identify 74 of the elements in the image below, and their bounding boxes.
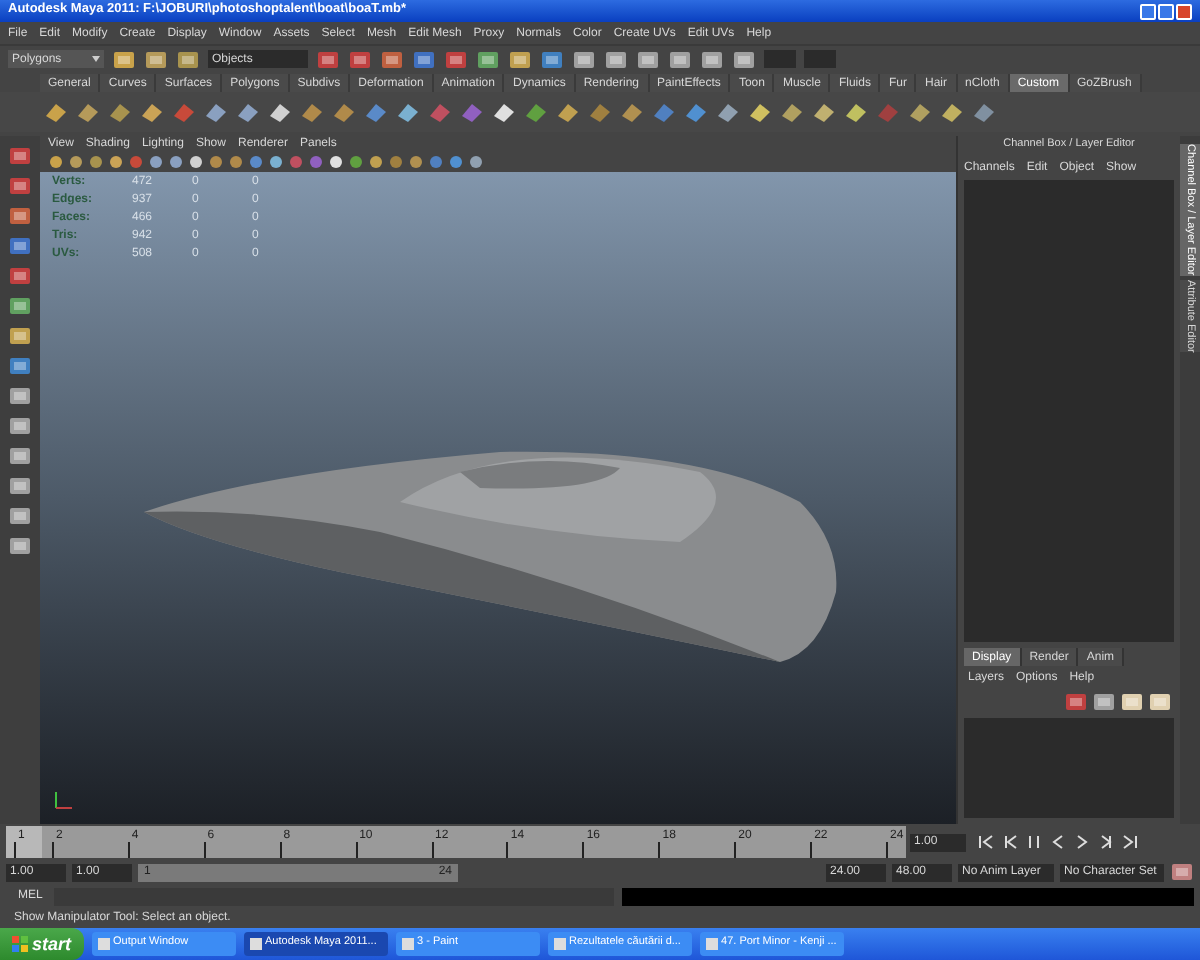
preferences-icon[interactable] xyxy=(1170,860,1194,884)
start-button[interactable]: start xyxy=(0,928,84,960)
layer-tool-icon[interactable] xyxy=(1120,690,1144,714)
tool-icon[interactable] xyxy=(348,47,372,71)
shelf-tool-icon[interactable] xyxy=(940,100,964,124)
layer-tool-icon[interactable] xyxy=(1092,690,1116,714)
tool-icon[interactable] xyxy=(412,47,436,71)
toolbox-icon[interactable] xyxy=(8,414,32,438)
toolbox-icon[interactable] xyxy=(8,174,32,198)
toolbox-icon[interactable] xyxy=(8,474,32,498)
shelf-tool-icon[interactable] xyxy=(844,100,868,124)
app-icon xyxy=(553,938,566,950)
layer-tool-icon[interactable] xyxy=(1148,690,1172,714)
toolbox-icon[interactable] xyxy=(8,354,32,378)
toolbox-icon[interactable] xyxy=(8,444,32,468)
tool-icon[interactable] xyxy=(700,47,724,71)
toolbox-icon[interactable] xyxy=(8,384,32,408)
tool-icon[interactable] xyxy=(668,47,692,71)
app-icon xyxy=(705,938,718,950)
maximize-button[interactable] xyxy=(1158,3,1174,19)
playback-control-icon[interactable] xyxy=(1098,834,1114,850)
shelf-tool-icon[interactable] xyxy=(140,100,164,124)
windows-logo-icon xyxy=(12,936,28,952)
shelf-tool-icon[interactable] xyxy=(812,100,836,124)
close-button[interactable] xyxy=(1176,3,1192,19)
toolbox-icon[interactable] xyxy=(8,504,32,528)
shelf-tool-icon[interactable] xyxy=(524,100,548,124)
shelf-tool-icon[interactable] xyxy=(44,100,68,124)
shelf-tool-icon[interactable] xyxy=(556,100,580,124)
input-field[interactable] xyxy=(804,50,836,68)
shelf-tool-icon[interactable] xyxy=(268,100,292,124)
shelf-tool-icon[interactable] xyxy=(204,100,228,124)
layer-tool-icon[interactable] xyxy=(1064,690,1088,714)
shelf-tool-icon[interactable] xyxy=(620,100,644,124)
playback-control-icon[interactable] xyxy=(1002,834,1018,850)
tool-icon[interactable] xyxy=(572,47,596,71)
shelf-tool-icon[interactable] xyxy=(972,100,996,124)
playback-control-icon[interactable] xyxy=(1026,834,1042,850)
shelf-tool-icon[interactable] xyxy=(780,100,804,124)
toolbox-icon[interactable] xyxy=(8,534,32,558)
app-icon xyxy=(401,938,414,950)
toolbox-icon[interactable] xyxy=(8,264,32,288)
tool-icon[interactable] xyxy=(636,47,660,71)
app-icon xyxy=(249,938,262,950)
minimize-button[interactable] xyxy=(1140,3,1156,19)
toolbox-icon[interactable] xyxy=(8,234,32,258)
tool-icon[interactable] xyxy=(508,47,532,71)
shelf-tool-icon[interactable] xyxy=(748,100,772,124)
tool-icon[interactable] xyxy=(604,47,628,71)
current-time-marker[interactable] xyxy=(6,826,42,858)
shelf-tool-icon[interactable] xyxy=(300,100,324,124)
tool-icon[interactable] xyxy=(444,47,468,71)
shelf-tool-icon[interactable] xyxy=(332,100,356,124)
shelf-tool-icon[interactable] xyxy=(396,100,420,124)
toolbox-icon[interactable] xyxy=(8,204,32,228)
shelf-tool-icon[interactable] xyxy=(236,100,260,124)
toolbox-icon[interactable] xyxy=(8,294,32,318)
tool-icon[interactable] xyxy=(380,47,404,71)
shelf-tool-icon[interactable] xyxy=(716,100,740,124)
shelf-tool-icon[interactable] xyxy=(108,100,132,124)
tool-icon[interactable] xyxy=(540,47,564,71)
toolbox-icon[interactable] xyxy=(8,324,32,348)
app-icon xyxy=(97,938,110,950)
tool-icon[interactable] xyxy=(476,47,500,71)
tool-icon[interactable] xyxy=(732,47,756,71)
shelf-tool-icon[interactable] xyxy=(908,100,932,124)
input-field[interactable] xyxy=(764,50,796,68)
shelf-tool-icon[interactable] xyxy=(492,100,516,124)
playback-control-icon[interactable] xyxy=(978,834,994,850)
playback-control-icon[interactable] xyxy=(1122,834,1138,850)
toolbox-icon[interactable] xyxy=(8,144,32,168)
shelf-tool-icon[interactable] xyxy=(76,100,100,124)
tool-icon[interactable] xyxy=(316,47,340,71)
axis-indicator-icon xyxy=(52,788,76,812)
